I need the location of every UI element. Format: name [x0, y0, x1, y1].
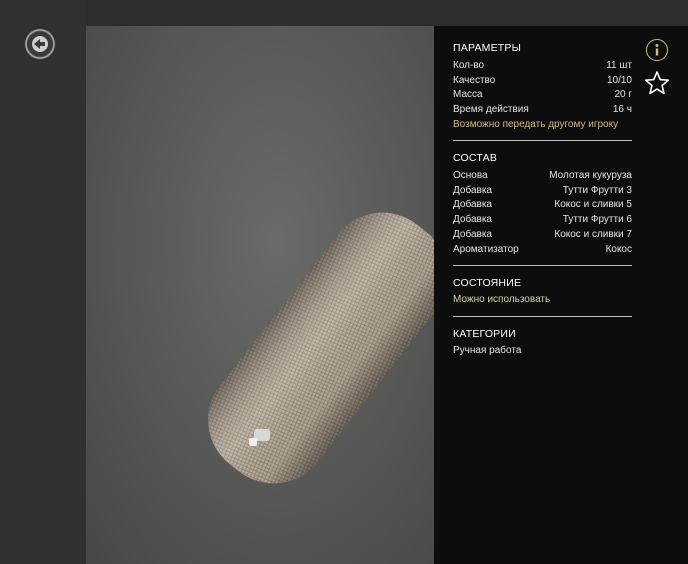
composition-value: Тутти Фрутти 6	[562, 214, 632, 226]
param-row: Время действия 16 ч	[453, 103, 632, 118]
item-info-panel: ПАРАМЕТРЫ Кол-во 11 шт Качество 10/10 Ма…	[434, 26, 688, 564]
composition-value: Молотая кукуруза	[549, 170, 632, 181]
composition-row: Добавка Тутти Фрутти 6	[453, 213, 632, 228]
state-section: СОСТОЯНИЕ Можно использовать	[453, 277, 632, 307]
param-row: Масса 20 г	[453, 88, 632, 103]
composition-row: Добавка Кокос и сливки 7	[453, 228, 632, 243]
composition-value: Кокос и сливки 5	[554, 199, 632, 211]
favorite-button[interactable]	[643, 69, 671, 97]
parameters-title: ПАРАМЕТРЫ	[453, 42, 522, 54]
param-label: Время действия	[453, 104, 529, 116]
composition-row: Добавка Кокос и сливки 5	[453, 198, 632, 213]
back-arrow-icon	[32, 36, 48, 52]
composition-title: СОСТАВ	[453, 152, 498, 164]
item-preview-viewport[interactable]	[86, 26, 434, 564]
transfer-note: Возможно передать другому игроку	[453, 118, 619, 130]
param-row: Кол-во 11 шт	[453, 59, 632, 74]
param-value: 16 ч	[612, 104, 632, 116]
param-value: 10/10	[606, 74, 632, 86]
categories-section: КАТЕГОРИИ Ручная работа	[453, 328, 632, 358]
categories-title: КАТЕГОРИИ	[453, 328, 516, 340]
param-value: 11 шт	[606, 60, 632, 71]
composition-label: Добавка	[453, 214, 492, 226]
composition-label: Добавка	[453, 228, 492, 240]
composition-section: СОСТАВ Основа Молотая кукуруза Добавка Т…	[453, 152, 632, 257]
composition-row: Ароматизатор Кокос	[453, 243, 632, 258]
back-button[interactable]	[25, 29, 55, 59]
param-label: Кол-во	[453, 60, 485, 71]
composition-value: Кокос и сливки 7	[554, 228, 632, 240]
param-value: 20 г	[614, 89, 632, 101]
boilie-bait-item-image	[208, 212, 434, 484]
composition-label: Ароматизатор	[453, 243, 519, 255]
info-icon	[655, 44, 659, 56]
composition-row: Добавка Тутти Фрутти 3	[453, 184, 632, 199]
composition-label: Добавка	[453, 199, 492, 211]
state-title: СОСТОЯНИЕ	[453, 277, 522, 289]
category-value: Ручная работа	[453, 345, 522, 356]
divider	[453, 140, 632, 141]
composition-label: Основа	[453, 170, 488, 181]
param-label: Качество	[453, 74, 496, 86]
left-background	[0, 0, 86, 564]
info-button[interactable]	[646, 39, 668, 61]
divider	[453, 265, 632, 266]
composition-row: Основа Молотая кукуруза	[453, 169, 632, 184]
composition-label: Добавка	[453, 184, 492, 196]
star-outline-icon	[644, 71, 670, 95]
composition-value: Кокос	[605, 243, 632, 255]
divider	[453, 316, 632, 317]
param-row: Качество 10/10	[453, 74, 632, 89]
param-label: Масса	[453, 89, 483, 101]
composition-value: Тутти Фрутти 3	[562, 184, 632, 196]
state-value: Можно использовать	[453, 294, 551, 305]
parameters-section: ПАРАМЕТРЫ Кол-во 11 шт Качество 10/10 Ма…	[453, 42, 632, 132]
